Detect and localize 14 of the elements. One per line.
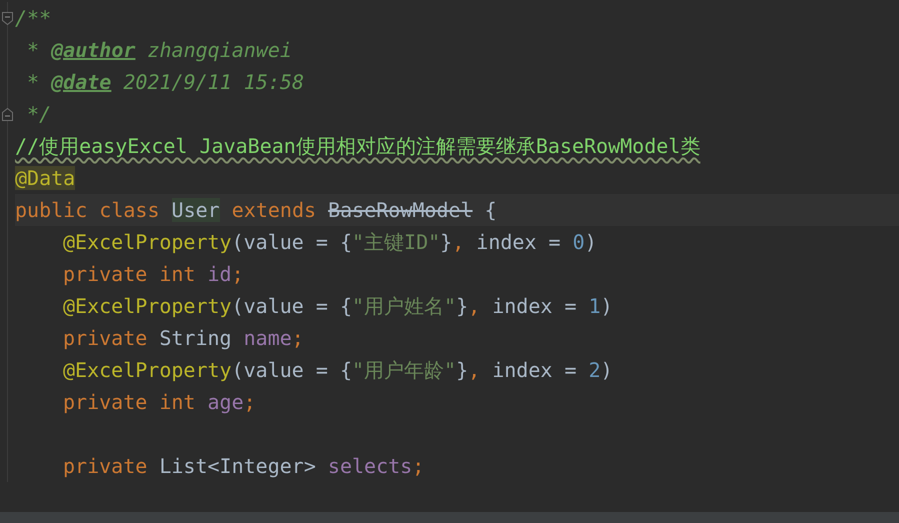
- code-line: /**: [15, 5, 52, 32]
- code-line: private String name;: [62, 325, 305, 352]
- code-line: * @date 2021/9/11 15:58: [26, 69, 305, 96]
- code-line: @ExcelProperty(value = {"用户年龄"}, index = 2): [62, 357, 614, 384]
- code-line: private int id;: [62, 261, 245, 288]
- code-line: @ExcelProperty(value = {"主键ID"}, index = 0): [62, 229, 598, 256]
- code-line: * @author zhangqianwei: [26, 37, 293, 64]
- code-line: private List<Integer> selects;: [62, 453, 426, 480]
- fold-icon[interactable]: [2, 108, 13, 120]
- code-line: private int age;: [62, 389, 257, 416]
- code-line: */: [26, 101, 52, 128]
- fold-icon[interactable]: [2, 12, 13, 24]
- code-line: //使用easyExcel JavaBean使用相对应的注解需要继承BaseRowModel类: [15, 133, 702, 160]
- code-line: @ExcelProperty(value = {"用户姓名"}, index = 1): [62, 293, 614, 320]
